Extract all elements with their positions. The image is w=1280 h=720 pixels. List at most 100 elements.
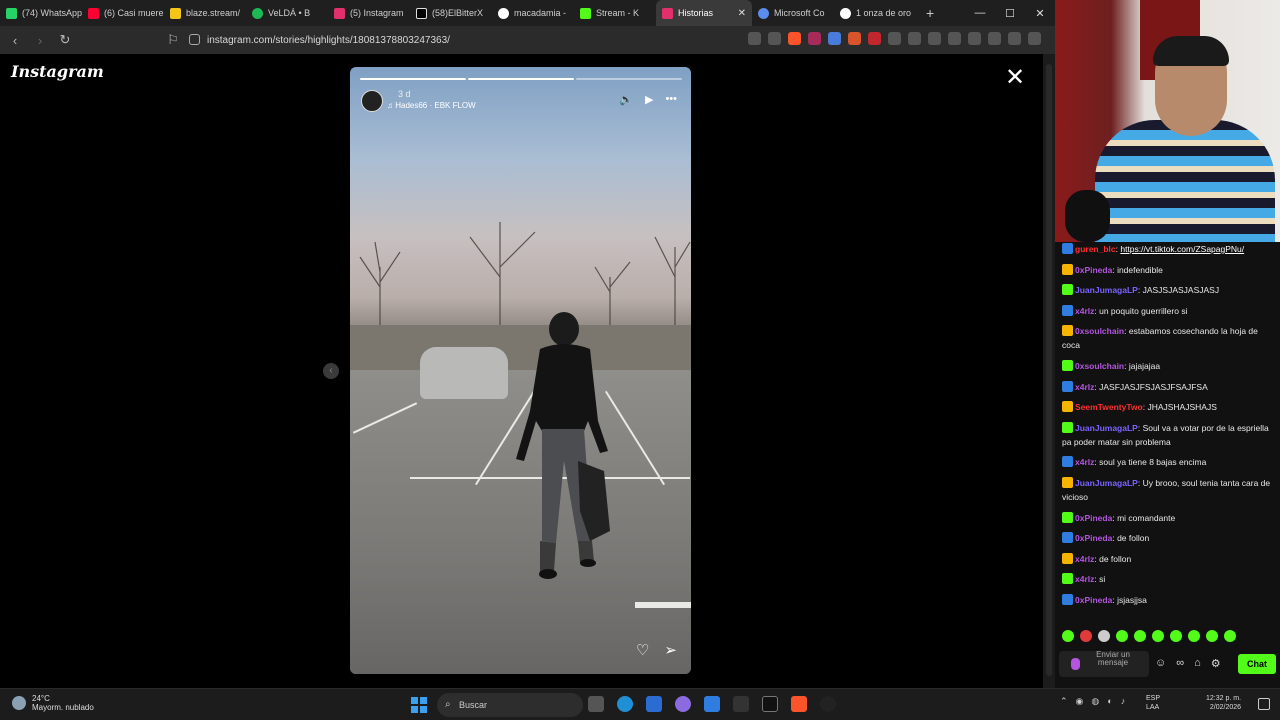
chat-username[interactable]: JuanJumagaLP [1075,423,1138,433]
chat-username[interactable]: guren_blc [1075,244,1116,254]
chat-send-button[interactable]: Chat [1238,654,1276,674]
clock[interactable]: 12:32 p. m. 2/02/2026 [1206,694,1241,712]
minimize-icon[interactable]: — [965,7,995,20]
heart-icon[interactable]: ♡ [636,641,649,659]
chat-username[interactable]: JuanJumagaLP [1075,478,1138,488]
chat-username[interactable]: 0xPineda [1075,265,1112,275]
tab-youtube[interactable]: (6) Casi muere [82,0,164,26]
chat-username[interactable]: x4rlz [1075,554,1094,564]
terminal-icon[interactable] [733,696,749,712]
capcut-icon[interactable] [762,696,778,712]
tab-oro[interactable]: 1 onza de oro [834,0,916,26]
brave-icon[interactable] [791,696,807,712]
microphone-icon[interactable] [1071,658,1080,670]
store-icon[interactable]: ⌂ [1194,657,1201,670]
tab-copilot[interactable]: Microsoft Co [752,0,834,26]
chat-message-input[interactable]: Enviar un mensaje [1059,651,1149,677]
settings-icon[interactable]: ⚙ [1211,657,1221,670]
chat-username[interactable]: JuanJumagaLP [1075,285,1138,295]
menu-icon[interactable] [1028,32,1041,45]
leo-icon[interactable] [988,32,1001,45]
share-icon[interactable] [768,32,781,45]
tray-app-icon[interactable]: ◍ [1091,696,1099,707]
tray-app-icon[interactable]: ◉ [1076,696,1084,707]
chat-username[interactable]: 0xPineda [1075,513,1112,523]
extension-icon[interactable] [868,32,881,45]
windows-start-icon[interactable] [411,697,427,713]
taskbar-search[interactable]: ⌕ Buscar [437,693,583,717]
screen-icon[interactable] [748,32,761,45]
chat-username[interactable]: x4rlz [1075,574,1094,584]
chat-username[interactable]: x4rlz [1075,306,1094,316]
file-explorer-icon[interactable] [588,696,604,712]
send-icon[interactable]: ➢ [664,641,677,659]
extension-icon[interactable] [848,32,861,45]
brave-shield-icon[interactable] [788,32,801,45]
tab-tiktok[interactable]: (58)ElBitterX [410,0,492,26]
weather-widget[interactable]: 24°C Mayorm. nublado [12,694,94,712]
media-icon[interactable] [928,32,941,45]
screenshot-icon[interactable] [908,32,921,45]
sidebar-icon[interactable] [948,32,961,45]
chat-username[interactable]: SeemTwentyTwo [1075,402,1143,412]
mic-icon[interactable]: ♪ [1121,696,1126,707]
obs-icon[interactable] [820,696,836,712]
close-tab-icon[interactable]: ✕ [738,8,746,19]
tray-app-icon[interactable]: ◐ [1107,696,1112,707]
new-tab-button[interactable]: + [916,5,944,21]
forward-icon[interactable]: › [30,33,50,48]
emote-icon[interactable] [1224,630,1236,642]
connections-icon[interactable]: ∞ [1176,657,1184,670]
scrollbar-thumb[interactable] [1046,64,1052,676]
emoji-icon[interactable]: ☺ [1155,657,1166,670]
emote-icon[interactable] [1062,630,1074,642]
close-window-icon[interactable]: ✕ [1025,7,1055,20]
chat-username[interactable]: 0xsoulchain [1075,326,1124,336]
notification-icon[interactable] [1258,698,1270,710]
emote-icon[interactable] [1116,630,1128,642]
page-scrollbar[interactable] [1043,54,1055,688]
play-icon[interactable]: ▶ [645,93,653,106]
tab-spotify[interactable]: VeLDÁ • B [246,0,328,26]
copilot-icon[interactable] [675,696,691,712]
emote-icon[interactable] [1188,630,1200,642]
edge-icon[interactable] [617,696,633,712]
translate-icon[interactable] [828,32,841,45]
puzzle-icon[interactable] [888,32,901,45]
emote-icon[interactable] [1170,630,1182,642]
tab-historias[interactable]: Historias ✕ [656,0,752,26]
maximize-icon[interactable]: ☐ [995,7,1025,20]
mute-icon[interactable]: 🔈 [619,93,633,106]
tab-instagram[interactable]: (5) Instagram [328,0,410,26]
wallet-icon[interactable] [968,32,981,45]
emote-icon[interactable] [1152,630,1164,642]
chat-username[interactable]: x4rlz [1075,382,1094,392]
previous-story-icon[interactable]: ‹ [323,363,339,379]
back-icon[interactable]: ‹ [5,33,25,48]
url-field[interactable]: instagram.com/stories/highlights/1808137… [180,30,740,50]
chat-username[interactable]: x4rlz [1075,457,1094,467]
tab-google[interactable]: macadamia - [492,0,574,26]
chevron-up-icon[interactable]: ⌃ [1060,696,1068,707]
avatar[interactable] [361,90,383,112]
emote-icon[interactable] [1134,630,1146,642]
emote-icon[interactable] [1080,630,1092,642]
store-icon[interactable] [704,696,720,712]
tab-kick[interactable]: Stream - K [574,0,656,26]
more-options-icon[interactable]: ••• [665,93,677,106]
story-viewer[interactable]: 3 d ♫ Hades66 · EBK FLOW 🔈 ▶ ••• ♡ ➢ [350,67,691,674]
emote-icon[interactable] [1206,630,1218,642]
language-indicator[interactable]: ESP LAA [1146,694,1160,712]
chat-username[interactable]: 0xPineda [1075,533,1112,543]
brave-rewards-icon[interactable] [808,32,821,45]
story-music[interactable]: ♫ Hades66 · EBK FLOW [387,101,476,110]
emote-icon[interactable] [1098,630,1110,642]
tab-whatsapp[interactable]: (74) WhatsApp [0,0,82,26]
chat-username[interactable]: 0xsoulchain [1075,361,1124,371]
chat-username[interactable]: 0xPineda [1075,595,1112,605]
close-story-icon[interactable]: ✕ [1005,66,1025,90]
reload-icon[interactable]: ↻ [55,32,75,48]
instagram-logo[interactable]: Instagram [11,62,104,81]
site-settings-icon[interactable] [189,34,200,45]
vpn-icon[interactable] [1008,32,1021,45]
